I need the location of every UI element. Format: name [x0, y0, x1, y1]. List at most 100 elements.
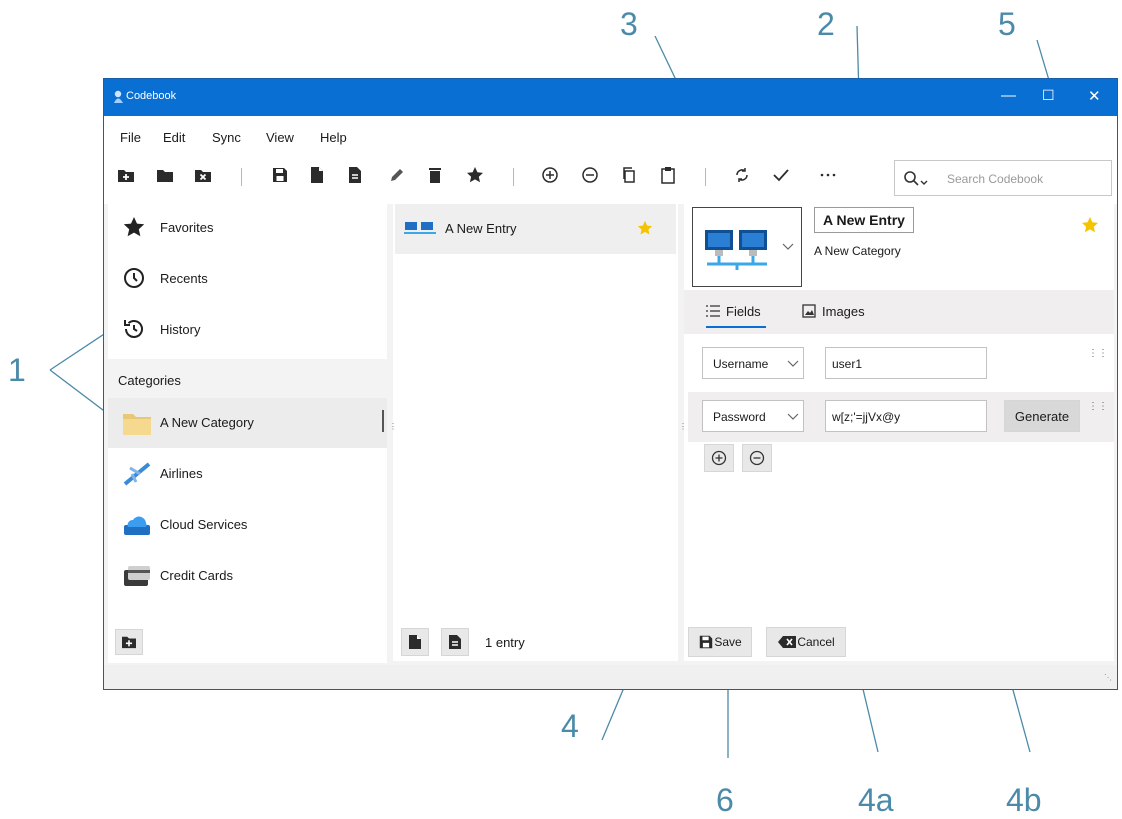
app-logo-icon — [114, 90, 123, 103]
tab-label: Fields — [726, 304, 761, 319]
new-document-icon — [449, 635, 461, 649]
tab-fields[interactable]: Fields — [706, 304, 761, 319]
callout-5: 5 — [998, 6, 1016, 42]
category-item-cloud-services[interactable]: Cloud Services — [108, 500, 387, 550]
new-entry-button[interactable] — [401, 628, 429, 656]
menu-edit[interactable]: Edit — [163, 130, 185, 145]
entry-count: 1 entry — [485, 635, 525, 650]
resize-grip-icon[interactable]: ⋱ — [1104, 673, 1112, 682]
nav-item-label: Recents — [160, 271, 208, 286]
airplane-icon — [123, 462, 151, 486]
category-item-airlines[interactable]: Airlines — [108, 449, 387, 499]
active-tab-indicator — [706, 326, 766, 328]
callout-4: 4 — [561, 708, 579, 744]
app-window: Codebook — ☐ ✕ File Edit Sync View Help — [103, 78, 1118, 690]
delete-icon[interactable] — [422, 162, 448, 188]
sync-icon[interactable] — [729, 162, 755, 188]
chevron-down-icon — [787, 360, 799, 367]
folder-icon[interactable] — [152, 162, 178, 188]
delete-folder-icon[interactable] — [190, 162, 216, 188]
menu-help[interactable]: Help — [320, 130, 347, 145]
entry-label: A New Entry — [445, 221, 517, 236]
add-circle-icon — [711, 450, 727, 466]
selection-indicator — [382, 410, 384, 432]
nav-panel: Favorites Recents History — [108, 204, 387, 359]
image-icon — [802, 304, 816, 318]
category-label: Credit Cards — [160, 568, 233, 583]
nav-item-favorites[interactable]: Favorites — [108, 204, 387, 250]
nav-item-recents[interactable]: Recents — [108, 255, 387, 301]
menu-sync[interactable]: Sync — [212, 130, 241, 145]
splitter-handle[interactable]: ⋮ — [389, 423, 397, 431]
edit-icon[interactable] — [384, 162, 410, 188]
nav-item-history[interactable]: History — [108, 306, 387, 352]
entry-icon-picker[interactable] — [692, 207, 802, 287]
menu-view[interactable]: View — [266, 130, 294, 145]
entry-name-field[interactable]: A New Entry — [814, 207, 914, 233]
callout-2: 2 — [817, 6, 835, 42]
add-category-button[interactable] — [115, 629, 143, 655]
save-label: Save — [714, 635, 742, 649]
field-value-input[interactable]: user1 — [825, 347, 987, 379]
field-type-select[interactable]: Username — [702, 347, 804, 379]
field-type-select[interactable]: Password — [702, 400, 804, 432]
remove-field-button[interactable] — [742, 444, 772, 472]
cancel-label: Cancel — [797, 635, 835, 649]
drag-handle-icon[interactable]: ⋮⋮ — [1088, 402, 1108, 412]
callout-6: 6 — [716, 782, 734, 818]
toolbar-separator — [705, 168, 706, 186]
tab-images[interactable]: Images — [802, 304, 865, 319]
add-circle-icon[interactable] — [537, 162, 563, 188]
drag-handle-icon[interactable]: ⋮⋮ — [1088, 349, 1108, 359]
favorite-star-icon[interactable] — [462, 162, 488, 188]
computers-icon — [404, 222, 436, 234]
new-document-button[interactable] — [441, 628, 469, 656]
remove-circle-icon[interactable] — [577, 162, 603, 188]
new-entry-icon — [409, 635, 421, 649]
search-input[interactable]: Search Codebook — [947, 172, 1043, 186]
callout-4a: 4a — [858, 782, 894, 818]
category-label: Airlines — [160, 466, 203, 481]
paste-icon[interactable] — [655, 162, 681, 188]
entry-list-panel: A New Entry 1 entry — [393, 204, 678, 661]
cancel-button[interactable]: Cancel — [766, 627, 846, 657]
detail-tabs: Fields Images — [684, 290, 1114, 334]
close-icon[interactable]: ✕ — [1088, 87, 1101, 105]
menu-file[interactable]: File — [120, 130, 141, 145]
save-icon[interactable] — [267, 162, 293, 188]
star-icon — [123, 217, 145, 237]
toolbar-separator — [513, 168, 514, 186]
field-value: w[z;'=jjVx@y — [832, 410, 901, 424]
new-document-icon[interactable] — [342, 162, 368, 188]
minimize-icon[interactable]: — — [1001, 87, 1016, 104]
more-icon[interactable] — [815, 162, 841, 188]
toolbar-separator — [241, 168, 242, 186]
chevron-down-icon — [782, 243, 794, 250]
field-type-value: Password — [713, 410, 766, 424]
password-input[interactable]: w[z;'=jjVx@y — [825, 400, 987, 432]
check-icon[interactable] — [768, 162, 794, 188]
window-title: Codebook — [126, 90, 177, 102]
favorite-star-icon[interactable] — [637, 220, 653, 236]
entry-item[interactable]: A New Entry — [395, 204, 676, 254]
category-item-a-new-category[interactable]: A New Category — [108, 398, 387, 448]
category-item-credit-cards[interactable]: Credit Cards — [108, 551, 387, 601]
generate-button[interactable]: Generate — [1004, 400, 1080, 432]
maximize-icon[interactable]: ☐ — [1042, 87, 1055, 104]
save-button[interactable]: Save — [688, 627, 752, 657]
add-folder-icon[interactable] — [113, 162, 139, 188]
nav-item-label: History — [160, 322, 201, 337]
add-folder-icon — [122, 636, 136, 649]
add-field-button[interactable] — [704, 444, 734, 472]
field-value: user1 — [832, 357, 863, 371]
search-box[interactable]: Search Codebook — [894, 160, 1112, 196]
remove-circle-icon — [749, 450, 765, 466]
title-bar: Codebook — ☐ ✕ — [104, 79, 1117, 116]
folder-icon — [123, 414, 151, 435]
copy-icon[interactable] — [616, 162, 642, 188]
list-icon — [706, 305, 720, 317]
credit-card-icon — [124, 566, 150, 586]
new-entry-icon[interactable] — [304, 162, 330, 188]
favorite-star-icon[interactable] — [1081, 216, 1099, 234]
computers-icon — [705, 230, 767, 270]
